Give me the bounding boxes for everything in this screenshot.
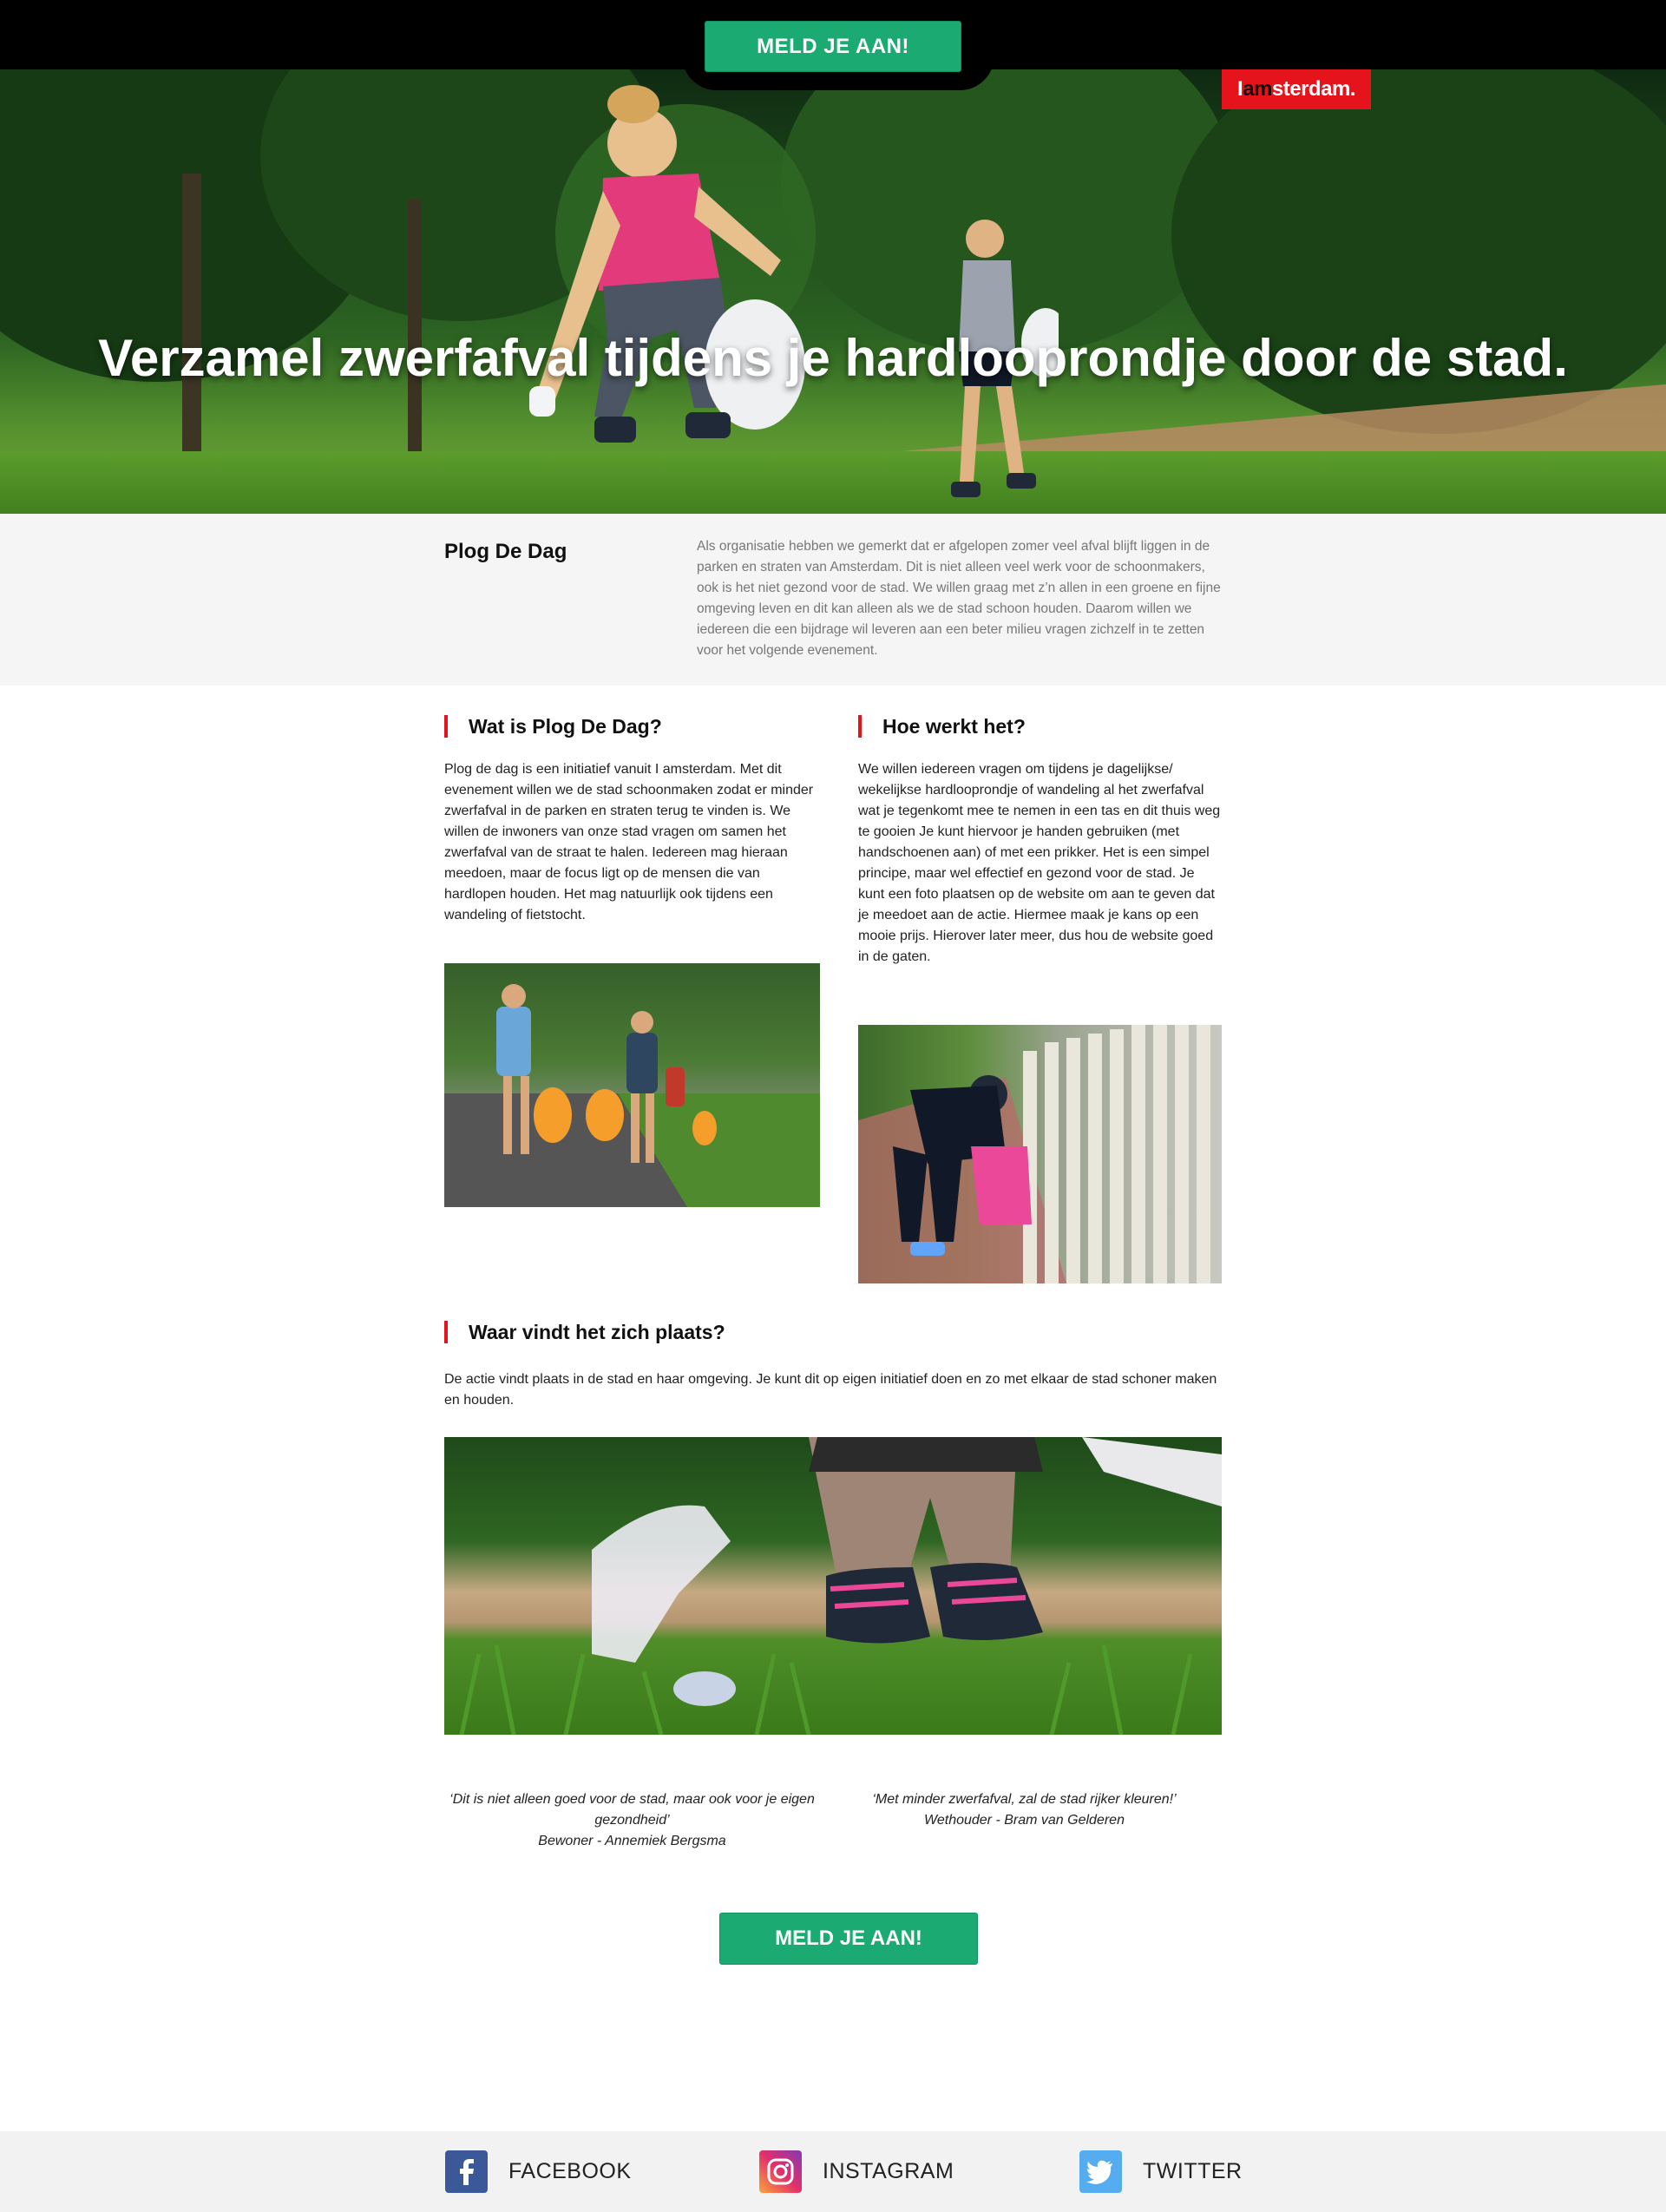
facebook-icon xyxy=(445,2150,488,2193)
twitter-link[interactable]: TWITTER xyxy=(1079,2150,1243,2193)
main-content: Wat is Plog De Dag? Plog de dag is een i… xyxy=(0,686,1666,2131)
section-how-text: We willen iedereen vragen om tijdens je … xyxy=(858,762,1221,964)
quote-alderman-author: Wethouder - Bram van Gelderen xyxy=(924,1813,1125,1828)
facebook-label: FACEBOOK xyxy=(508,2159,632,2183)
logo-rest: sterdam. xyxy=(1271,77,1356,101)
sign-up-button-top[interactable]: MELD JE AAN! xyxy=(705,21,961,72)
i-amsterdam-logo: I am sterdam. xyxy=(1222,69,1371,109)
twitter-icon xyxy=(1079,2150,1122,2193)
footer: FACEBOOK INSTAGRAM TWITTER xyxy=(0,2131,1666,2212)
quote-resident-text: ‘Dit is niet alleen goed voor de stad, m… xyxy=(449,1792,815,1828)
top-bar: MELD JE AAN! xyxy=(0,0,1666,90)
quote-resident-author: Bewoner - Annemiek Bergsma xyxy=(538,1834,726,1848)
instagram-link[interactable]: INSTAGRAM xyxy=(759,2150,954,2193)
photo-runners-with-bags xyxy=(444,963,820,1207)
section-what-title: Wat is Plog De Dag? xyxy=(444,715,662,738)
section-what-text: Plog de dag is een initiatief vanuit I a… xyxy=(444,762,814,922)
section-where-text: De actie vindt plaats in de stad en haar… xyxy=(444,1372,1217,1408)
hero-grass xyxy=(0,451,1666,514)
intro-section: Plog De Dag Als organisatie hebben we ge… xyxy=(0,514,1666,686)
hero-banner: Verzamel zwerfafval tijdens je hardloopr… xyxy=(0,69,1666,514)
logo-am: am xyxy=(1243,77,1272,101)
runner-front-figure xyxy=(529,85,805,443)
quote-alderman: ‘Met minder zwerfafval, zal de stad rijk… xyxy=(858,1789,1190,1831)
hero-title: Verzamel zwerfafval tijdens je hardloopr… xyxy=(98,329,1568,387)
quote-alderman-text: ‘Met minder zwerfafval, zal de stad rijk… xyxy=(872,1792,1177,1807)
intro-title: Plog De Dag xyxy=(444,540,567,563)
photo-picking-up-litter xyxy=(858,1025,1222,1283)
instagram-label: INSTAGRAM xyxy=(823,2159,954,2183)
section-where-title: Waar vindt het zich plaats? xyxy=(444,1321,725,1343)
intro-text: Als organisatie hebben we gemerkt dat er… xyxy=(697,539,1221,658)
quote-resident: ‘Dit is niet alleen goed voor de stad, m… xyxy=(444,1789,820,1852)
photo-glove-picking-bottle xyxy=(444,1437,1222,1735)
section-how-title: Hoe werkt het? xyxy=(858,715,1026,738)
facebook-link[interactable]: FACEBOOK xyxy=(445,2150,632,2193)
twitter-label: TWITTER xyxy=(1143,2159,1243,2183)
sign-up-button-bottom[interactable]: MELD JE AAN! xyxy=(719,1913,978,1965)
instagram-icon xyxy=(759,2150,802,2193)
